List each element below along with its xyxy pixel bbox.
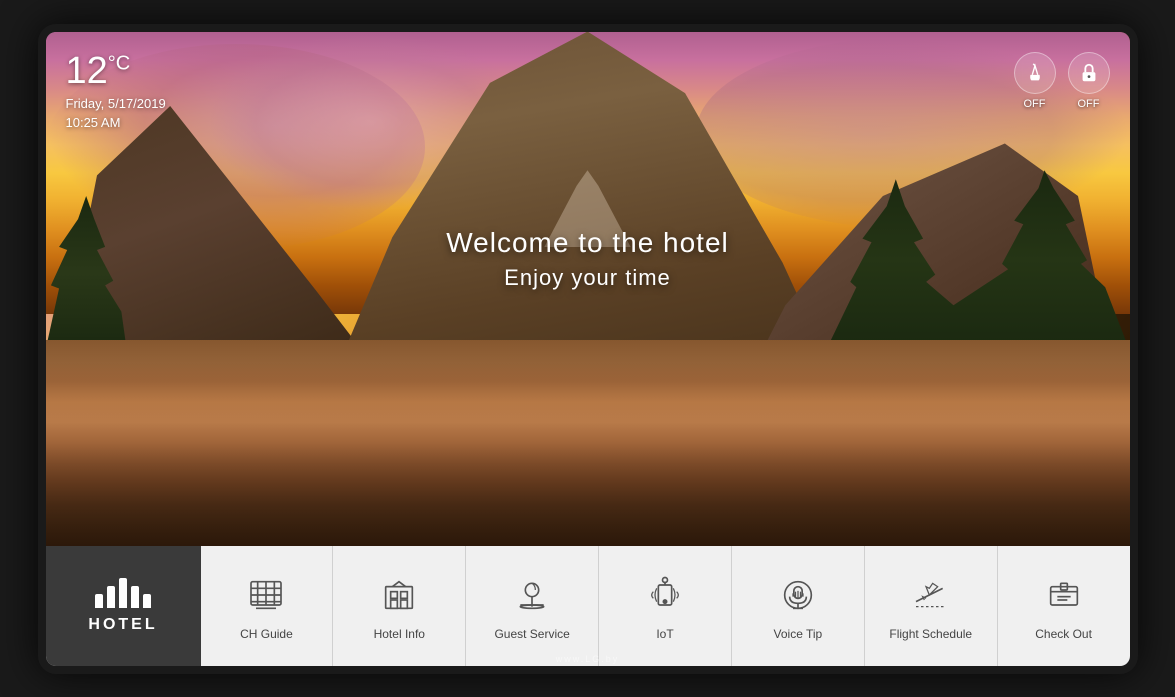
bottom-bar: HOTEL [46,546,1130,666]
temp-value: 12 [66,50,108,92]
check-out-label: Check Out [1035,627,1092,641]
lake-reflection [46,340,1130,546]
cleaning-icon[interactable] [1014,52,1056,94]
screen-bezel: 12°C Friday, 5/17/2019 10:25 AM [46,32,1130,666]
hotel-bars-icon [95,578,151,608]
cleaning-control[interactable]: OFF [1014,52,1056,110]
voice-tip-icon [774,571,822,619]
flight-schedule-label: Flight Schedule [889,627,972,641]
weather-info: 12°C Friday, 5/17/2019 10:25 AM [66,52,166,133]
time: 10:25 AM [66,113,166,133]
hero-background: 12°C Friday, 5/17/2019 10:25 AM [46,32,1130,546]
welcome-overlay: Welcome to the hotel Enjoy your time [446,227,729,291]
menu-item-hotel-info[interactable]: Hotel Info [333,546,466,666]
guest-service-icon [508,571,556,619]
date: Friday, 5/17/2019 [66,94,166,114]
iot-label: IoT [656,627,673,641]
welcome-subtitle: Enjoy your time [446,265,729,291]
lake [46,340,1130,546]
date-time: Friday, 5/17/2019 10:25 AM [66,94,166,133]
hotel-info-label: Hotel Info [374,627,425,641]
top-overlay: 12°C Friday, 5/17/2019 10:25 AM [46,32,1130,133]
iot-icon [641,571,689,619]
welcome-title: Welcome to the hotel [446,227,729,259]
top-controls: OFF OFF [1014,52,1110,110]
voice-tip-label: Voice Tip [774,627,823,641]
hotel-logo-text: HOTEL [88,616,157,634]
menu-item-voice-tip[interactable]: Voice Tip [732,546,865,666]
bar-4 [131,586,139,608]
check-out-icon [1040,571,1088,619]
dnd-label: OFF [1078,98,1100,110]
tv-frame: 12°C Friday, 5/17/2019 10:25 AM [38,24,1138,674]
menu-item-guest-service[interactable]: Guest Service [466,546,599,666]
menu-item-iot[interactable]: IoT [599,546,732,666]
menu-item-check-out[interactable]: Check Out [998,546,1130,666]
dnd-control[interactable]: OFF [1068,52,1110,110]
menu-items: CH Guide [201,546,1130,666]
dnd-icon[interactable] [1068,52,1110,94]
hotel-info-icon [375,571,423,619]
flight-schedule-icon [907,571,955,619]
hotel-logo-section: HOTEL [46,546,201,666]
temp-unit: °C [108,52,130,74]
bar-3 [119,578,127,608]
lg-watermark: www.LG.by [556,654,620,664]
cleaning-label: OFF [1024,98,1046,110]
ch-guide-icon [242,571,290,619]
menu-item-flight-schedule[interactable]: Flight Schedule [865,546,998,666]
bar-5 [143,594,151,608]
ch-guide-label: CH Guide [240,627,293,641]
bar-1 [95,594,103,608]
bar-2 [107,586,115,608]
menu-item-ch-guide[interactable]: CH Guide [201,546,334,666]
temperature: 12°C [66,52,166,90]
guest-service-label: Guest Service [494,627,569,641]
